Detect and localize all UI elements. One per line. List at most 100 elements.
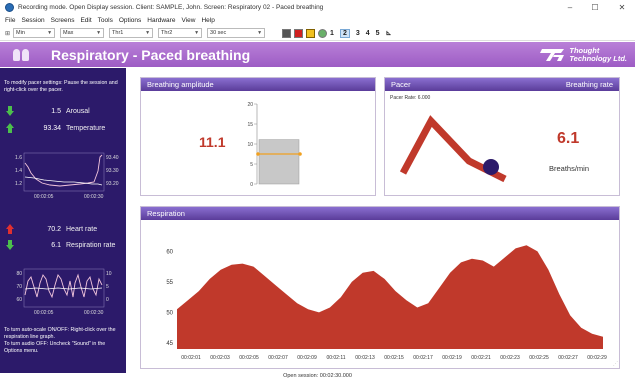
thought-technology-logo-icon — [540, 49, 565, 61]
pacer-header: Pacer Breathing rate — [385, 78, 619, 91]
left-panel: To modify pacer settings: Pause the sess… — [0, 68, 126, 373]
min-combo[interactable]: Min ▼ — [13, 28, 56, 38]
amplitude-tick-label: 0 — [250, 182, 253, 188]
breathing-amplitude-header: Breathing amplitude — [141, 78, 375, 91]
time-window-combo[interactable]: 30 sec ▼ — [207, 28, 266, 38]
respiration-x-tick-label: 00:02:09 — [297, 355, 317, 361]
chart1-right-tick-1: 93.40 — [106, 155, 119, 161]
respiration-header: Respiration — [141, 207, 619, 220]
chart2-x-tick-2: 00:02:30 — [84, 310, 104, 316]
respiration-y-tick-label: 50 — [166, 310, 173, 316]
header-banner: Respiratory - Paced breathing Thought Te… — [0, 42, 635, 67]
menu-options[interactable]: Options — [119, 17, 141, 24]
respiration-x-tick-label: 00:02:25 — [529, 355, 549, 361]
respiration-y-tick-label: 60 — [166, 249, 173, 255]
menu-session[interactable]: Session — [21, 17, 44, 24]
pacer-rate-label: Pacer Rate: 6.000 — [390, 95, 431, 101]
respiration-y-tick-label: 45 — [166, 341, 173, 347]
minimize-button[interactable]: – — [560, 0, 580, 15]
pacer-title: Pacer — [391, 80, 411, 89]
thr1-combo-label: Thr1 — [112, 30, 124, 36]
screen-button-5[interactable]: 5 — [376, 30, 380, 37]
arrow-down-icon — [6, 240, 14, 250]
breathing-amplitude-value: 11.1 — [199, 134, 226, 150]
arousal-value: 1.5 — [51, 107, 61, 115]
window-title: Recording mode. Open Display session. Cl… — [18, 4, 324, 11]
pacer-panel: Pacer Breathing rate Pacer Rate: 6.000 6… — [384, 77, 620, 196]
page-title: Respiratory - Paced breathing — [51, 46, 251, 63]
respiration-x-tick-label: 00:02:01 — [181, 355, 201, 361]
menu-view[interactable]: View — [181, 17, 195, 24]
arrow-up-icon — [6, 123, 14, 133]
chevron-down-icon: ▼ — [47, 30, 53, 36]
metric-respiration-rate: 6.1 Respiration rate — [6, 239, 124, 251]
amplitude-tick-label: 10 — [247, 142, 253, 148]
menu-tools[interactable]: Tools — [98, 17, 113, 24]
heart-rate-label: Heart rate — [66, 225, 98, 233]
chart1-x-tick-2: 00:02:30 — [84, 194, 104, 200]
heart-rate-value: 70.2 — [47, 225, 61, 233]
stop-button[interactable] — [294, 28, 304, 38]
pacer-instruction: To modify pacer settings: Pause the sess… — [4, 80, 118, 93]
respiration-x-tick-label: 00:02:23 — [500, 355, 520, 361]
breathing-amplitude-bar-chart[interactable]: 20 15 10 5 0 — [241, 98, 311, 192]
heart-rate-respiration-chart[interactable]: 80 70 60 10 5 0 00:02:05 00:02:30 — [12, 267, 120, 317]
breathing-rate-unit: Breaths/min — [549, 164, 590, 173]
chart2-left-tick-2: 70 — [16, 284, 22, 290]
status-bar: Open session: 00:02:30.000 — [283, 373, 352, 379]
menu-hardware[interactable]: Hardware — [147, 17, 175, 24]
respiration-x-tick-label: 00:02:15 — [384, 355, 404, 361]
respiration-rate-trace — [24, 287, 103, 290]
respiration-x-tick-label: 00:02:29 — [587, 355, 607, 361]
threshold-handle-right — [298, 152, 302, 156]
screen-button-1[interactable]: 1 — [330, 30, 334, 37]
chart2-x-tick-1: 00:02:05 — [34, 310, 54, 316]
menu-edit[interactable]: Edit — [80, 17, 91, 24]
menu-file[interactable]: File — [5, 17, 15, 24]
thr1-combo[interactable]: Thr1 ▼ — [109, 28, 154, 38]
respiration-panel: Respiration 60 55 50 45 00:02:01 00:02:03 00:… — [140, 206, 620, 369]
menu-bar: File Session Screens Edit Tools Options … — [0, 15, 635, 25]
amplitude-bar — [258, 139, 300, 185]
metric-heart-rate: 70.2 Heart rate — [6, 223, 124, 235]
chart2-right-tick-3: 0 — [106, 297, 109, 303]
thr2-combo[interactable]: Thr2 ▼ — [158, 28, 203, 38]
amplitude-tick-label: 15 — [247, 122, 253, 128]
settings-icon[interactable] — [318, 28, 328, 38]
arousal-trace — [24, 176, 103, 186]
chart1-right-tick-2: 93.30 — [106, 168, 119, 174]
respiration-x-tick-label: 00:02:17 — [413, 355, 433, 361]
amplitude-tick-label: 5 — [250, 162, 253, 168]
arrow-up-icon — [6, 224, 14, 234]
screen-button-4[interactable]: 4 — [366, 30, 370, 37]
max-combo[interactable]: Max ▼ — [60, 28, 105, 38]
chart1-right-tick-3: 93.20 — [106, 181, 119, 187]
menu-help[interactable]: Help — [201, 17, 214, 24]
close-button[interactable]: ✕ — [612, 0, 632, 15]
menu-screens[interactable]: Screens — [51, 17, 75, 24]
threshold-handle-left — [256, 152, 260, 156]
temperature-label: Temperature — [66, 124, 106, 132]
thr2-combo-label: Thr2 — [161, 30, 173, 36]
toolbar: ⊞ Min ▼ Max ▼ Thr1 ▼ Thr2 ▼ 30 sec ▼ 1 2 3 4 … — [0, 26, 635, 41]
company-logo: Thought Technology Ltd. — [540, 47, 627, 63]
max-combo-label: Max — [63, 30, 74, 36]
metric-temperature: 93.34 Temperature — [6, 122, 124, 134]
resize-grip-icon[interactable]: ⋰ — [613, 361, 618, 367]
arrow-down-icon — [6, 106, 14, 116]
sound-button[interactable] — [306, 28, 316, 38]
layout-icon[interactable]: ⊾ — [386, 29, 392, 37]
screen-button-2[interactable]: 2 — [339, 28, 350, 38]
respiration-rate-label: Respiration rate — [66, 241, 116, 249]
screen-button-3[interactable]: 3 — [356, 30, 360, 37]
respiration-line-graph[interactable]: 60 55 50 45 00:02:01 00:02:03 00:02:05 00:02:0… — [141, 221, 619, 368]
breathing-amplitude-title: Breathing amplitude — [147, 80, 214, 89]
pause-button[interactable] — [282, 28, 292, 38]
chevron-down-icon: ▼ — [96, 30, 102, 36]
scale-toggle-icon[interactable]: ⊞ — [5, 30, 10, 37]
maximize-button[interactable]: ☐ — [585, 0, 605, 15]
pacer-animation[interactable] — [393, 113, 513, 183]
arousal-temperature-chart[interactable]: 1.6 1.4 1.2 93.40 93.30 93.20 00:02:05 0… — [12, 151, 120, 201]
respiration-area — [177, 245, 603, 349]
breathing-rate-title: Breathing rate — [565, 80, 613, 89]
